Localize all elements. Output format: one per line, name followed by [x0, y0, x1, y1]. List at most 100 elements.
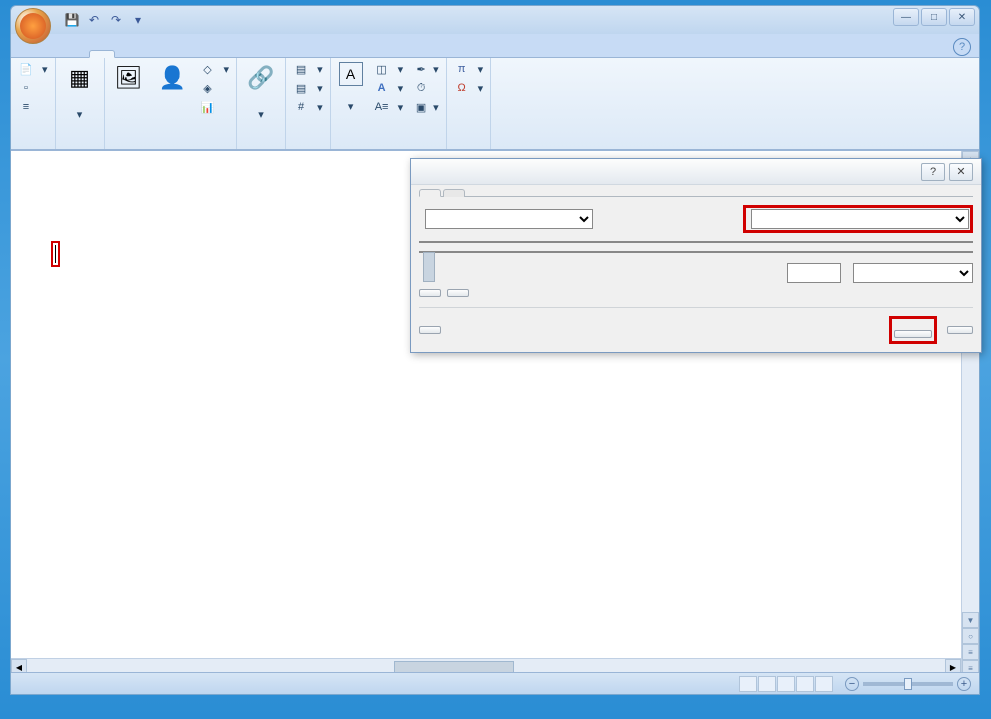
shapes-button[interactable]: ◇ ▾ [197, 60, 233, 78]
draft-view[interactable] [815, 676, 833, 692]
group-illustrations: 🖼 👤 ◇ ▾ ◈ 📊 [105, 58, 238, 149]
links-button[interactable]: 🔗▾ [241, 60, 281, 123]
ime-panel-button[interactable] [419, 326, 441, 334]
titlebar: 💾 ↶ ↷ ▾ — □ ✕ [11, 6, 979, 34]
tab-pagelayout[interactable] [117, 50, 143, 57]
tab-view[interactable] [229, 50, 255, 57]
prev-page-icon[interactable]: ≡ [962, 644, 979, 660]
code-input[interactable] [787, 263, 841, 283]
tab-references[interactable] [145, 50, 171, 57]
picture-icon: 🖼 [113, 62, 145, 94]
maximize-button[interactable]: □ [921, 8, 947, 26]
close-button[interactable]: ✕ [949, 8, 975, 26]
footer-button[interactable]: ▤ ▾ [290, 79, 326, 97]
wordart-icon: A [374, 80, 390, 96]
from-select[interactable] [853, 263, 973, 283]
save-icon[interactable]: 💾 [63, 11, 81, 29]
group-links: 🔗▾ [237, 58, 286, 149]
dialog-tabs [419, 189, 973, 197]
help-button[interactable]: ? [953, 38, 971, 56]
page-break-icon: ≡ [18, 99, 34, 115]
ribbon-tabs: ? [11, 34, 979, 58]
page-break-button[interactable]: ≡ [15, 98, 51, 116]
quick-access-toolbar: 💾 ↶ ↷ ▾ [63, 11, 147, 29]
redo-icon[interactable]: ↷ [107, 11, 125, 29]
close-dialog-button[interactable] [947, 326, 973, 334]
recent-symbols [419, 251, 973, 253]
zoom-slider-thumb[interactable] [904, 678, 912, 690]
cover-page-button[interactable]: 📄 ▾ [15, 60, 51, 78]
dialog-help-button[interactable]: ? [921, 163, 945, 181]
insert-button[interactable] [894, 330, 932, 338]
qat-dropdown-icon[interactable]: ▾ [129, 11, 147, 29]
subset-frame-highlight [743, 205, 973, 233]
scroll-down-icon[interactable]: ▼ [962, 612, 979, 628]
footer-icon: ▤ [293, 80, 309, 96]
table-icon: ▦ [64, 62, 96, 94]
full-screen-view[interactable] [758, 676, 776, 692]
tab-review[interactable] [201, 50, 227, 57]
group-headerfooter-label [290, 146, 326, 149]
highlighted-word [51, 241, 60, 267]
header-button[interactable]: ▤ ▾ [290, 60, 326, 78]
undo-icon[interactable]: ↶ [85, 11, 103, 29]
clip-icon: 👤 [157, 62, 189, 94]
group-pages: 📄 ▾ ▫ ≡ [11, 58, 56, 149]
dropcap-button[interactable]: A≡ ▾ [371, 98, 407, 116]
clip-button[interactable]: 👤 [153, 60, 193, 98]
view-buttons [739, 676, 833, 692]
group-pages-label [15, 146, 51, 149]
textbox-button[interactable]: A▾ [335, 60, 367, 115]
group-tables-label [60, 146, 100, 149]
shortcut-button[interactable] [447, 289, 469, 297]
pagenum-button[interactable]: # ▾ [290, 98, 326, 116]
blank-page-button[interactable]: ▫ [15, 79, 51, 97]
wordart-button[interactable]: A ▾ [371, 79, 407, 97]
office-button[interactable] [15, 8, 51, 44]
print-layout-view[interactable] [739, 676, 757, 692]
equation-button[interactable]: π ▾ [451, 60, 487, 78]
dialog-titlebar: ? ✕ [411, 159, 981, 185]
font-select[interactable] [425, 209, 593, 229]
dialog-close-button[interactable]: ✕ [949, 163, 973, 181]
tab-special-chars[interactable] [443, 189, 465, 197]
zoom-slider[interactable] [863, 682, 953, 686]
tab-symbols[interactable] [419, 189, 441, 197]
group-links-label [241, 146, 281, 149]
group-illustrations-label [109, 146, 233, 149]
header-icon: ▤ [293, 61, 309, 77]
datetime-icon: ⏱ [413, 80, 429, 96]
picture-button[interactable]: 🖼 [109, 60, 149, 98]
text-cursor [55, 245, 56, 263]
group-symbols: π ▾ Ω ▾ [447, 58, 492, 149]
grid-scroll-thumb[interactable] [423, 252, 435, 282]
group-text: A▾ ◫ ▾ A ▾ A≡ ▾ ✒▾ ⏱ ▣▾ [331, 58, 447, 149]
signature-button[interactable]: ✒▾ [410, 60, 442, 78]
tab-home[interactable] [61, 50, 87, 57]
chart-button[interactable]: 📊 [197, 98, 233, 116]
group-symbols-label [451, 146, 487, 149]
zoom-controls: − + [841, 677, 971, 691]
datetime-button[interactable]: ⏱ [410, 79, 442, 97]
outline-view[interactable] [796, 676, 814, 692]
browse-object-icon[interactable]: ○ [962, 628, 979, 644]
table-button[interactable]: ▦▾ [60, 60, 100, 123]
zoom-in-button[interactable]: + [957, 677, 971, 691]
quickparts-icon: ◫ [374, 61, 390, 77]
tab-insert[interactable] [89, 50, 115, 58]
group-text-label [335, 146, 442, 149]
object-button[interactable]: ▣▾ [410, 98, 442, 116]
subset-select[interactable] [751, 209, 969, 229]
dropcap-icon: A≡ [374, 99, 390, 115]
equation-icon: π [454, 61, 470, 77]
smartart-button[interactable]: ◈ [197, 79, 233, 97]
quickparts-button[interactable]: ◫ ▾ [371, 60, 407, 78]
object-icon: ▣ [413, 99, 429, 115]
minimize-button[interactable]: — [893, 8, 919, 26]
tab-mailings[interactable] [173, 50, 199, 57]
autocorrect-button[interactable] [419, 289, 441, 297]
symbol-button[interactable]: Ω ▾ [451, 79, 487, 97]
zoom-out-button[interactable]: − [845, 677, 859, 691]
links-icon: 🔗 [245, 62, 277, 94]
web-layout-view[interactable] [777, 676, 795, 692]
